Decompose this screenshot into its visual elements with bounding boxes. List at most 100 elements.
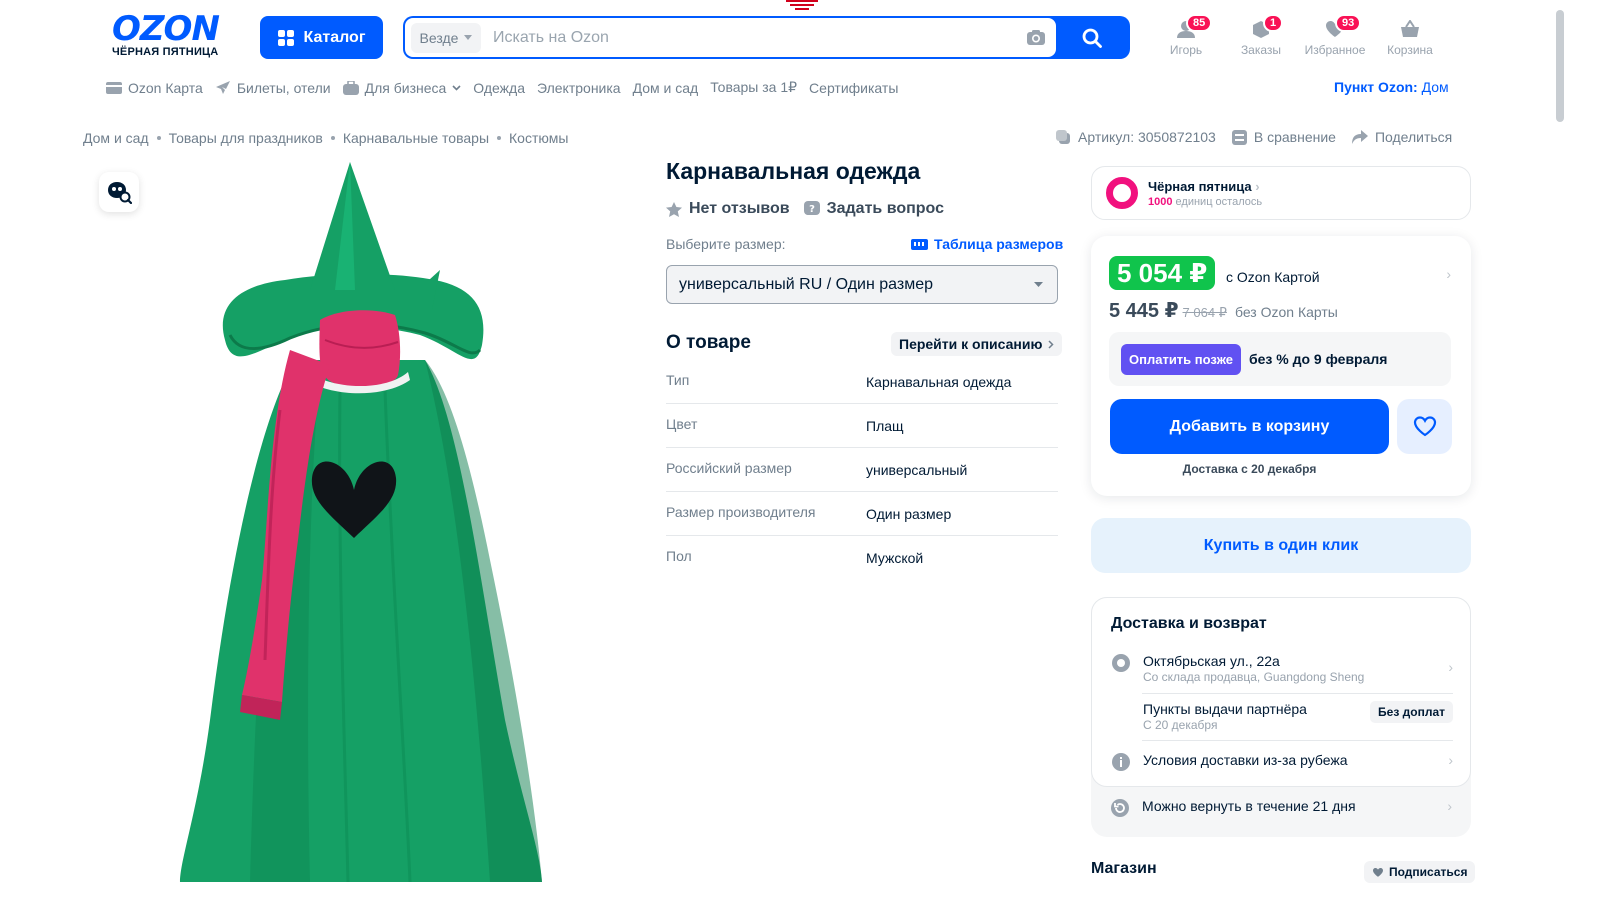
chevron-down-icon: [452, 84, 461, 91]
breadcrumb: Дом и сад Товары для праздников Карнавал…: [83, 130, 568, 146]
caret-down-icon: [1034, 282, 1043, 287]
partner-points-sub: С 20 декабря: [1143, 718, 1218, 732]
header-cart[interactable]: Корзина: [1376, 16, 1444, 57]
nav-label: Ozon Карта: [128, 79, 203, 96]
size-label: Выберите размер:: [666, 236, 786, 252]
search-button[interactable]: [1056, 18, 1128, 57]
reviews-label: Нет отзывов: [689, 200, 790, 217]
pay-later-block[interactable]: Оплатить позже без % до 9 февраля: [1109, 332, 1451, 386]
size-table-link[interactable]: Таблица размеров: [911, 236, 1063, 252]
black-friday-promo[interactable]: Чёрная пятница › 1000 единиц осталось: [1091, 166, 1471, 220]
breadcrumb-item[interactable]: Карнавальные товары: [343, 130, 489, 146]
info-icon: [1112, 753, 1130, 771]
return-label: Можно вернуть в течение 21 дня: [1142, 798, 1356, 814]
subscribe-button[interactable]: Подписаться: [1364, 861, 1476, 883]
logo-text: OZON: [112, 9, 220, 49]
price-card: 5 054 ₽ с Ozon Картой › 5 445 ₽ 7 064 ₽ …: [1091, 236, 1471, 496]
spec-row: Российский размер универсальный: [666, 448, 1058, 492]
catalog-button[interactable]: Каталог: [260, 16, 383, 59]
header-favorites[interactable]: 93 Избранное: [1301, 14, 1369, 57]
copy-icon: [1056, 129, 1070, 144]
plane-icon: [215, 80, 230, 94]
share-label: Поделиться: [1374, 129, 1453, 145]
breadcrumb-item[interactable]: Товары для праздников: [169, 130, 323, 146]
breadcrumb-item[interactable]: Костюмы: [509, 130, 568, 146]
breadcrumb-separator: [497, 136, 502, 140]
ozon-logo[interactable]: OZON ЧЁРНАЯ ПЯТНИЦА: [112, 9, 240, 58]
delivery-return-card: Доставка и возврат Октябрьская ул., 22а С…: [1091, 597, 1471, 837]
search-input[interactable]: Искать на Ozon: [481, 29, 1016, 47]
svg-text:?: ?: [809, 204, 815, 215]
size-select[interactable]: универсальный RU / Один размер: [666, 265, 1058, 304]
delivery-address-sub: Со склада продавца, Guangdong Sheng: [1143, 670, 1365, 684]
divider: [1142, 740, 1453, 741]
divider: [1142, 693, 1453, 694]
favorites-badge: 93: [1335, 14, 1362, 32]
article-number: Артикул: 3050872103: [1078, 129, 1216, 145]
question-icon: ?: [803, 201, 820, 215]
header-orders-label: Заказы: [1240, 43, 1282, 57]
size-select-value: универсальный RU / Один размер: [679, 275, 934, 293]
pickup-point-selector[interactable]: Пункт Ozon: Дом: [1334, 79, 1449, 95]
header-orders[interactable]: 1 Заказы: [1227, 14, 1295, 57]
logo-subtitle: ЧЁРНАЯ ПЯТНИЦА: [112, 46, 219, 58]
current-price: 5 445 ₽: [1109, 300, 1179, 322]
search-scope-select[interactable]: Везде: [411, 22, 481, 53]
pay-later-button[interactable]: Оплатить позже: [1121, 343, 1241, 375]
location-pin-icon: [1112, 654, 1130, 672]
partner-points-row[interactable]: Пункты выдачи партнёра С 20 декабря Без д…: [1111, 701, 1453, 732]
return-row[interactable]: Можно вернуть в течение 21 дня ›: [1110, 798, 1452, 818]
nav-certificates[interactable]: Сертификаты: [809, 80, 898, 96]
nav-clothes[interactable]: Одежда: [473, 80, 525, 96]
header-favorites-label: Избранное: [1304, 43, 1366, 57]
nav-business[interactable]: Для бизнеса: [342, 80, 462, 96]
spec-row: Размер производителя Один размер: [666, 492, 1058, 536]
spec-value: Плащ: [866, 417, 904, 434]
nav-ozon-card[interactable]: Ozon Карта: [106, 80, 203, 96]
promo-count: 1000: [1148, 195, 1173, 208]
nav-goods-1rub[interactable]: Товары за 1₽: [710, 79, 797, 96]
spec-value: универсальный: [866, 461, 968, 478]
product-photo[interactable]: [170, 160, 550, 882]
ask-question-link[interactable]: ? Задать вопрос: [803, 200, 944, 218]
card-price[interactable]: 5 054 ₽: [1109, 256, 1216, 290]
promo-ring-icon: [1106, 177, 1138, 209]
nav-home-garden[interactable]: Дом и сад: [633, 80, 699, 96]
search-icon: [1082, 28, 1102, 48]
breadcrumb-item[interactable]: Дом и сад: [83, 130, 149, 146]
header-user[interactable]: 85 Игорь: [1152, 14, 1220, 57]
promo-title: Чёрная пятница: [1148, 178, 1252, 194]
chevron-right-icon[interactable]: ›: [1446, 266, 1451, 282]
buy-one-click-button[interactable]: Купить в один клик: [1091, 518, 1471, 573]
nav-electronics[interactable]: Электроника: [537, 80, 621, 96]
chevron-right-icon: ›: [1448, 752, 1453, 768]
abroad-delivery-label: Условия доставки из-за рубежа: [1143, 752, 1348, 768]
compare-link[interactable]: В сравнение: [1231, 129, 1336, 145]
image-search-icon: [108, 182, 132, 204]
caret-down-icon: [464, 35, 473, 40]
article-copy[interactable]: Артикул: 3050872103: [1056, 129, 1216, 145]
image-search-button[interactable]: [99, 172, 139, 212]
size-table-label: Таблица размеров: [934, 236, 1064, 252]
breadcrumb-separator: [156, 136, 161, 140]
card-icon: [106, 81, 122, 94]
subscribe-label: Подписаться: [1389, 865, 1468, 879]
chevron-right-icon: [1048, 339, 1054, 349]
delivery-inner: Доставка и возврат Октябрьская ул., 22а С…: [1091, 597, 1471, 787]
compare-label: В сравнение: [1253, 129, 1336, 145]
pickup-value: Дом: [1421, 79, 1449, 95]
nav-tickets[interactable]: Билеты, отели: [215, 80, 331, 96]
add-to-favorites-button[interactable]: [1397, 399, 1452, 454]
top-nav: Ozon Карта Билеты, отели Для бизнеса Оде…: [106, 79, 898, 96]
delivery-address-row[interactable]: Октябрьская ул., 22а Со склада продавца, …: [1111, 653, 1453, 684]
abroad-delivery-row[interactable]: Условия доставки из-за рубежа ›: [1111, 752, 1453, 772]
share-link[interactable]: Поделиться: [1351, 129, 1453, 145]
add-to-cart-button[interactable]: Добавить в корзину: [1110, 399, 1389, 454]
reviews-link[interactable]: Нет отзывов: [666, 200, 790, 218]
camera-search-icon[interactable]: [1016, 29, 1056, 46]
page-scrollbar[interactable]: [1556, 10, 1564, 122]
go-to-description-button[interactable]: Перейти к описанию: [891, 332, 1063, 356]
header-cart-label: Корзина: [1387, 43, 1433, 57]
spec-key: Тип: [666, 371, 690, 388]
price-without-card: 5 445 ₽ 7 064 ₽ без Ozon Карты: [1109, 298, 1338, 323]
